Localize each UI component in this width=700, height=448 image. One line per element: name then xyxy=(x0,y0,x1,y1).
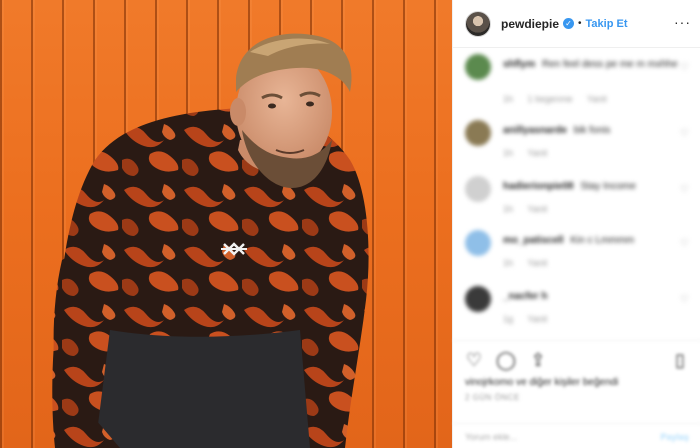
heart-icon[interactable]: ♡ xyxy=(463,349,485,371)
comment-text: mo_patiscell Kin c Lmmmm xyxy=(503,235,634,246)
avatar[interactable] xyxy=(465,176,491,202)
reply-button[interactable]: Yanit xyxy=(527,314,547,324)
avatar[interactable] xyxy=(465,230,491,256)
add-comment-bar: Yorum ekle... Paylaş xyxy=(453,423,700,448)
comment-username[interactable]: anillyasnarde xyxy=(503,125,567,136)
comment-username[interactable]: hadierionpie08 xyxy=(503,181,574,192)
comment-username[interactable]: shflym xyxy=(503,59,535,70)
comment-meta: 1h 1 begenme Yanit xyxy=(503,94,619,104)
comment-text: anillyasnarde bik fonis xyxy=(503,125,610,136)
bookmark-icon[interactable]: ▯ xyxy=(669,349,691,371)
reply-button[interactable]: Yanit xyxy=(527,204,547,214)
comment-username[interactable]: mo_patiscell xyxy=(503,235,564,246)
post-actions-section: ♡ ◯ ⇪ ▯ vinojrkomo ve diğer kişiler beğe… xyxy=(453,340,700,448)
post-header: pewdiepie ✓ • Takip Et ··· xyxy=(453,0,700,48)
avatar[interactable] xyxy=(465,286,491,312)
comment-likes[interactable]: 1 begenme xyxy=(528,94,573,104)
comment-like-icon[interactable]: ♡ xyxy=(680,294,689,305)
username-link[interactable]: pewdiepie xyxy=(501,17,559,31)
follow-button[interactable]: Takip Et xyxy=(586,18,628,30)
share-icon[interactable]: ⇪ xyxy=(527,349,549,371)
post-comment-button[interactable]: Paylaş xyxy=(660,432,689,442)
comment-text: shflym Ren feel dess pe me m mxhhe xyxy=(503,59,678,70)
verified-badge-icon: ✓ xyxy=(563,18,575,29)
comment-like-icon[interactable]: ♡ xyxy=(680,62,689,73)
comments-list[interactable]: shflym Ren feel dess pe me m mxhhe 1h 1 … xyxy=(453,48,700,340)
avatar[interactable] xyxy=(465,10,491,37)
separator-dot: • xyxy=(578,18,582,29)
comment-like-icon[interactable]: ♡ xyxy=(680,184,689,195)
comment-meta: 1h Yanit xyxy=(503,258,559,268)
person-photo-illustration xyxy=(52,33,369,448)
reply-button[interactable]: Yanit xyxy=(587,94,607,104)
comment-body: Kin c Lmmmm xyxy=(570,235,635,246)
sweater-logo xyxy=(221,242,247,256)
comment-text: hadierionpie08 Stay Income xyxy=(503,181,636,192)
comment-like-icon[interactable]: ♡ xyxy=(680,238,689,249)
post-photo[interactable] xyxy=(0,0,452,448)
comment-meta: 1h Yanit xyxy=(503,148,559,158)
reply-button[interactable]: Yanit xyxy=(527,258,547,268)
comment-like-icon[interactable]: ♡ xyxy=(680,128,689,139)
comment-text: _nacfer h xyxy=(503,291,551,302)
comment-username[interactable]: _nacfer h xyxy=(503,291,547,302)
likes-summary[interactable]: vinojrkomo ve diğer kişiler beğendi xyxy=(465,377,618,388)
comment-body: Ren feel dess pe me m mxhhe xyxy=(542,59,678,70)
action-bar: ♡ ◯ ⇪ ▯ xyxy=(463,349,691,373)
post-time: 2 GÜN ÖNCE xyxy=(465,393,520,402)
comment-icon[interactable]: ◯ xyxy=(495,349,517,371)
post-side-panel: pewdiepie ✓ • Takip Et ··· shflym Ren fe… xyxy=(452,0,700,448)
comment-body: Stay Income xyxy=(580,181,636,192)
comment-time: 1h xyxy=(503,204,514,214)
avatar[interactable] xyxy=(465,54,491,80)
avatar[interactable] xyxy=(465,120,491,146)
comment-meta: 1g Yanit xyxy=(503,314,559,324)
comment-body: bik fonis xyxy=(573,125,611,136)
comment-time: 1g xyxy=(503,314,514,324)
comment-input[interactable]: Yorum ekle... xyxy=(465,432,517,442)
comment-time: 1h xyxy=(503,148,514,158)
comment-time: 1h xyxy=(503,258,514,268)
comment-time: 1h xyxy=(503,94,514,104)
reply-button[interactable]: Yanit xyxy=(527,148,547,158)
more-options-icon[interactable]: ··· xyxy=(674,14,691,30)
comment-meta: 1h Yanit xyxy=(503,204,559,214)
